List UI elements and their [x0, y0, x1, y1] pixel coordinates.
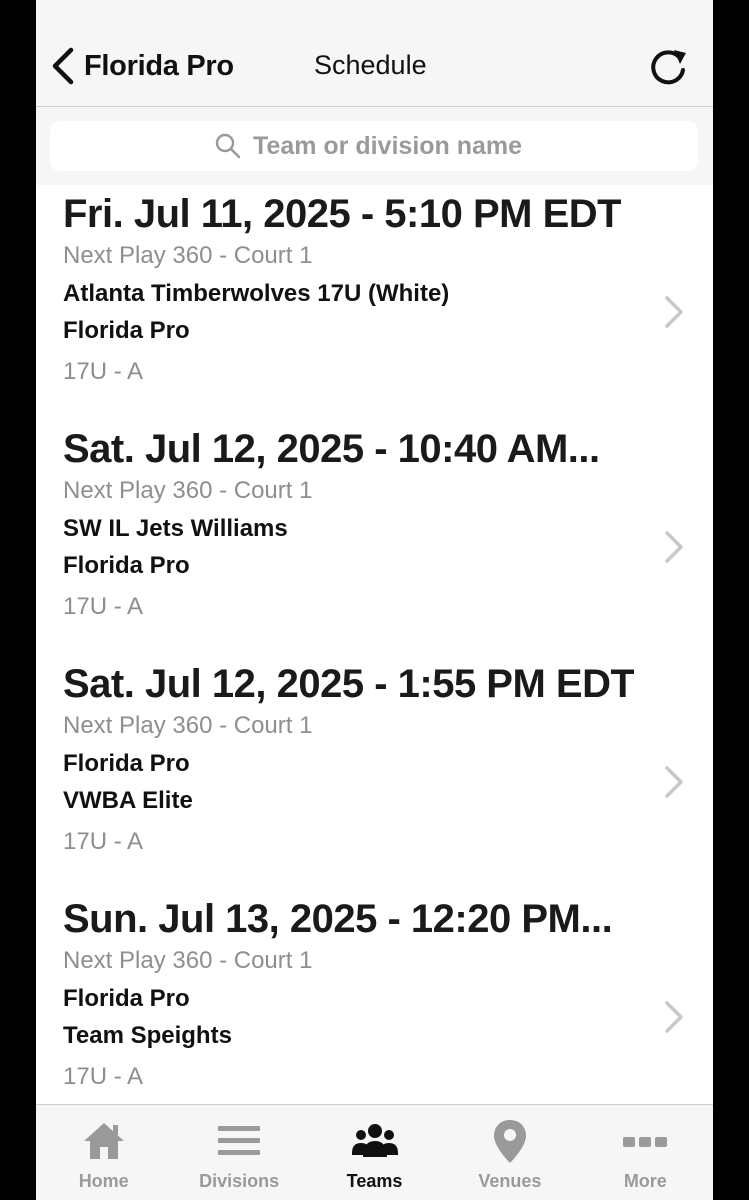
- game-team-1: Florida Pro: [63, 750, 190, 777]
- game-row[interactable]: Sat. Jul 12, 2025 - 1:55 PM EDT Next Pla…: [36, 656, 713, 891]
- game-datetime: Fri. Jul 11, 2025 - 5:10 PM EDT: [63, 192, 622, 236]
- game-division: 17U - A: [63, 593, 144, 620]
- home-icon: [83, 1123, 124, 1159]
- game-datetime: Sat. Jul 12, 2025 - 1:55 PM EDT: [63, 662, 635, 706]
- app-screen: Florida Pro Schedule Fri. Jul 11, 2025 -…: [36, 0, 713, 1200]
- game-team-2: Team Speights: [63, 1022, 232, 1049]
- game-division: 17U - A: [63, 358, 144, 385]
- search-bar-area: [36, 107, 713, 185]
- game-team-1: SW IL Jets Williams: [63, 515, 288, 542]
- tab-home[interactable]: Home: [36, 1105, 171, 1200]
- tab-label: Teams: [346, 1171, 403, 1191]
- tab-teams[interactable]: Teams: [307, 1105, 442, 1200]
- search-box[interactable]: [50, 121, 698, 171]
- tab-label: More: [623, 1171, 667, 1191]
- game-venue: Next Play 360 - Court 1: [63, 947, 313, 974]
- nav-header: Florida Pro Schedule: [36, 0, 713, 107]
- page-title: Schedule: [314, 50, 427, 80]
- chevron-right-icon: [665, 1001, 683, 1033]
- tab-more[interactable]: More: [578, 1105, 713, 1200]
- search-icon: [215, 133, 241, 159]
- game-datetime: Sun. Jul 13, 2025 - 12:20 PM...: [63, 897, 613, 941]
- game-team-1: Florida Pro: [63, 985, 190, 1012]
- tab-label: Home: [78, 1171, 129, 1191]
- game-team-1: Atlanta Timberwolves 17U (White): [63, 280, 450, 307]
- people-icon: [351, 1124, 398, 1157]
- game-division: 17U - A: [63, 1063, 144, 1090]
- game-venue: Next Play 360 - Court 1: [63, 477, 313, 504]
- tab-label: Divisions: [199, 1171, 280, 1191]
- game-venue: Next Play 360 - Court 1: [63, 242, 313, 269]
- game-row[interactable]: Fri. Jul 11, 2025 - 5:10 PM EDT Next Pla…: [36, 186, 713, 421]
- menu-icon: [218, 1126, 261, 1155]
- game-division: 17U - A: [63, 828, 144, 855]
- game-datetime: Sat. Jul 12, 2025 - 10:40 AM...: [63, 427, 600, 471]
- game-team-2: VWBA Elite: [63, 787, 193, 814]
- game-row[interactable]: Sat. Jul 12, 2025 - 10:40 AM... Next Pla…: [36, 421, 713, 656]
- game-row[interactable]: Sun. Jul 13, 2025 - 12:20 PM... Next Pla…: [36, 891, 713, 1104]
- back-button-label: Florida Pro: [84, 49, 234, 82]
- chevron-right-icon: [665, 766, 683, 798]
- chevron-right-icon: [665, 531, 683, 563]
- game-team-2: Florida Pro: [63, 317, 190, 344]
- map-pin-icon: [493, 1120, 526, 1163]
- game-venue: Next Play 360 - Court 1: [63, 712, 313, 739]
- game-team-2: Florida Pro: [63, 552, 190, 579]
- back-button[interactable]: Florida Pro: [50, 44, 234, 88]
- tab-divisions[interactable]: Divisions: [171, 1105, 306, 1200]
- chevron-left-icon: [52, 47, 74, 85]
- tab-label: Venues: [478, 1171, 542, 1191]
- search-input[interactable]: [253, 131, 533, 161]
- tab-venues[interactable]: Venues: [442, 1105, 577, 1200]
- chevron-right-icon: [665, 296, 683, 328]
- refresh-icon[interactable]: [644, 44, 692, 92]
- tab-bar: Home Divisions Teams Venues More: [36, 1104, 713, 1200]
- game-list: Fri. Jul 11, 2025 - 5:10 PM EDT Next Pla…: [36, 186, 713, 1104]
- more-dots-icon: [623, 1137, 668, 1147]
